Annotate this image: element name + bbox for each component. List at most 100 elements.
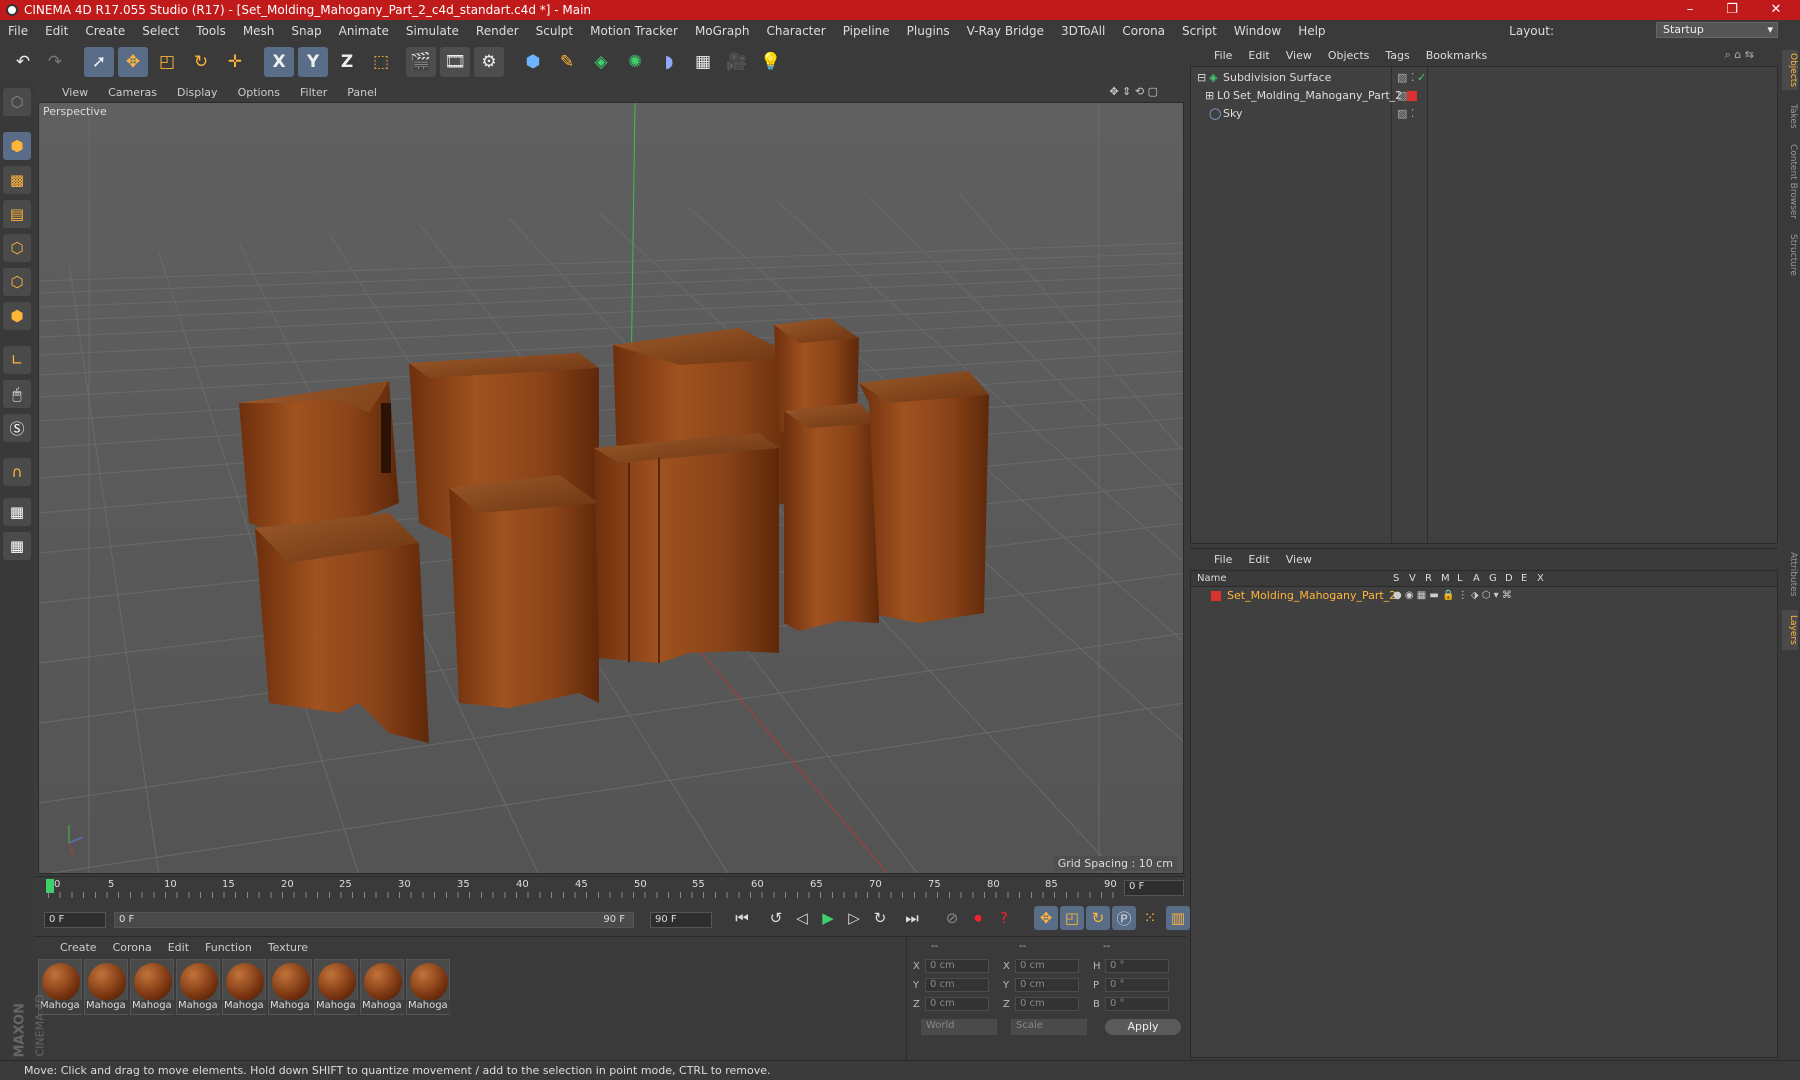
viewport-perspective[interactable]: Perspective Grid Spacing : 10 cm (38, 102, 1184, 874)
tree-toggle-icon[interactable]: ⊟ (1197, 69, 1206, 87)
render-picture-viewer-icon[interactable]: 🎞 (440, 47, 470, 77)
material-menu-create[interactable]: Create (60, 941, 97, 954)
redo-icon[interactable]: ↷ (40, 47, 70, 77)
timeline-window-icon[interactable]: ▥ (1166, 906, 1190, 930)
material-menu-function[interactable]: Function (205, 941, 252, 954)
material-swatch[interactable]: Mahoga (314, 959, 359, 1015)
key-pla-icon[interactable]: ⁙ (1138, 906, 1162, 930)
material-menu-texture[interactable]: Texture (268, 941, 308, 954)
om-menu-file[interactable]: File (1214, 49, 1232, 62)
layout-dropdown[interactable]: Startup ▾ (1656, 22, 1778, 38)
menu-3dtoall[interactable]: 3DToAll (1061, 24, 1105, 38)
key-position-icon[interactable]: ✥ (1034, 906, 1058, 930)
camera-icon[interactable]: 🎥 (722, 47, 752, 77)
menu-tools[interactable]: Tools (196, 24, 226, 38)
menu-vray-bridge[interactable]: V-Ray Bridge (967, 24, 1044, 38)
maximize-button[interactable]: ❐ (1712, 0, 1752, 20)
lm-menu-view[interactable]: View (1286, 553, 1312, 566)
coordinate-mode-dropdown[interactable]: World (921, 1019, 997, 1035)
rot-b-field[interactable]: 0 ° (1105, 997, 1169, 1011)
lm-menu-file[interactable]: File (1214, 553, 1232, 566)
size-mode-dropdown[interactable]: Scale (1011, 1019, 1087, 1035)
scale-tool-icon[interactable]: ◰ (152, 47, 182, 77)
om-search-icon[interactable]: ⌕ ⌂ ⇆ (1725, 48, 1754, 62)
current-frame-field[interactable]: 0 F (1124, 880, 1184, 896)
key-rotation-icon[interactable]: ↻ (1086, 906, 1110, 930)
menu-pipeline[interactable]: Pipeline (843, 24, 890, 38)
menu-simulate[interactable]: Simulate (406, 24, 459, 38)
material-menu-corona[interactable]: Corona (113, 941, 152, 954)
tab-takes[interactable]: Takes (1782, 98, 1798, 134)
menu-mograph[interactable]: MoGraph (695, 24, 750, 38)
tab-layers[interactable]: Layers (1782, 610, 1798, 650)
tab-structure[interactable]: Structure (1782, 230, 1798, 280)
col-deformers[interactable]: D (1505, 573, 1513, 584)
object-row-set-molding[interactable]: ⊞ L0 Set_Molding_Mahogany_Part_2 ▨ (1191, 87, 1777, 105)
material-menu-edit[interactable]: Edit (168, 941, 189, 954)
x-axis-lock-icon[interactable]: X (264, 47, 294, 77)
rot-p-field[interactable]: 0 ° (1105, 978, 1169, 992)
move-tool-icon[interactable]: ✥ (118, 47, 148, 77)
start-frame-field[interactable]: 0 F (44, 912, 106, 928)
points-mode-icon[interactable]: ⬡ (3, 234, 31, 262)
autokey-icon[interactable]: ? (992, 906, 1016, 930)
workplane-mode-icon[interactable]: ▤ (3, 200, 31, 228)
menu-sculpt[interactable]: Sculpt (536, 24, 573, 38)
material-swatch[interactable]: Mahoga (130, 959, 175, 1015)
end-frame-field[interactable]: 90 F (650, 912, 712, 928)
menu-plugins[interactable]: Plugins (907, 24, 950, 38)
material-swatch[interactable]: Mahoga (84, 959, 129, 1015)
model-mode-icon[interactable]: ⬢ (3, 132, 31, 160)
visibility-dots-icon[interactable]: ▨ (1397, 87, 1407, 105)
tab-attributes[interactable]: Attributes (1782, 544, 1798, 604)
tab-objects[interactable]: Objects (1782, 50, 1798, 90)
material-swatch[interactable]: Mahoga (222, 959, 267, 1015)
previous-frame-icon[interactable]: ◁ (790, 906, 814, 930)
texture-mode-icon[interactable]: ▩ (3, 166, 31, 194)
solo-mode-icon[interactable]: Ⓢ (3, 414, 31, 442)
size-x-field[interactable]: 0 cm (1015, 959, 1079, 973)
floor-scene-icon[interactable]: ▦ (688, 47, 718, 77)
workplane-lock-icon[interactable]: ▦ (3, 498, 31, 526)
deformer-icon[interactable]: ◗ (654, 47, 684, 77)
object-row-sky[interactable]: ◯ Sky ▨ ⁚ (1191, 105, 1777, 123)
viewport-menu-options[interactable]: Options (238, 86, 280, 99)
viewport-nav-icons[interactable]: ✥ ⇕ ⟲ ▢ (1109, 85, 1158, 98)
col-expressions[interactable]: E (1521, 573, 1527, 584)
tree-toggle-icon[interactable]: ⊞ (1205, 87, 1214, 105)
coordinate-system-icon[interactable]: ⬚ (366, 47, 396, 77)
menu-character[interactable]: Character (766, 24, 825, 38)
close-button[interactable]: ✕ (1756, 0, 1796, 20)
undo-icon[interactable]: ↶ (8, 47, 38, 77)
key-parameter-icon[interactable]: Ⓟ (1112, 906, 1136, 930)
transform-tool-icon[interactable]: ✛ (220, 47, 250, 77)
viewport-menu-filter[interactable]: Filter (300, 86, 327, 99)
material-swatch[interactable]: Mahoga (360, 959, 405, 1015)
previous-key-icon[interactable]: ↺ (764, 906, 788, 930)
edges-mode-icon[interactable]: ⬡ (3, 268, 31, 296)
cloner-mograph-icon[interactable]: ✺ (620, 47, 650, 77)
menu-render[interactable]: Render (476, 24, 519, 38)
material-swatch[interactable]: Mahoga (406, 959, 451, 1015)
play-icon[interactable]: ▶ (816, 906, 840, 930)
rotate-tool-icon[interactable]: ↻ (186, 47, 216, 77)
tweak-mode-icon[interactable]: 🖱 (3, 380, 31, 408)
minimize-button[interactable]: – (1670, 0, 1710, 20)
pos-x-field[interactable]: 0 cm (925, 959, 989, 973)
col-manager[interactable]: M (1441, 573, 1450, 584)
viewport-menu-view[interactable]: View (62, 86, 88, 99)
snap-magnet-icon[interactable]: ∩ (3, 458, 31, 486)
om-menu-objects[interactable]: Objects (1328, 49, 1370, 62)
timeline-playhead[interactable] (46, 879, 54, 893)
spline-pen-icon[interactable]: ✎ (552, 47, 582, 77)
col-solo[interactable]: S (1393, 573, 1399, 584)
menu-mesh[interactable]: Mesh (243, 24, 275, 38)
layer-color-swatch[interactable] (1211, 591, 1221, 601)
visibility-dots-icon[interactable]: ▨ ⁚ (1397, 69, 1414, 87)
render-view-icon[interactable]: 🎬 (406, 47, 436, 77)
grid-settings-icon[interactable]: ▦ (3, 532, 31, 560)
om-menu-edit[interactable]: Edit (1248, 49, 1269, 62)
subdivision-generator-icon[interactable]: ◈ (586, 47, 616, 77)
menu-animate[interactable]: Animate (339, 24, 389, 38)
om-menu-view[interactable]: View (1286, 49, 1312, 62)
